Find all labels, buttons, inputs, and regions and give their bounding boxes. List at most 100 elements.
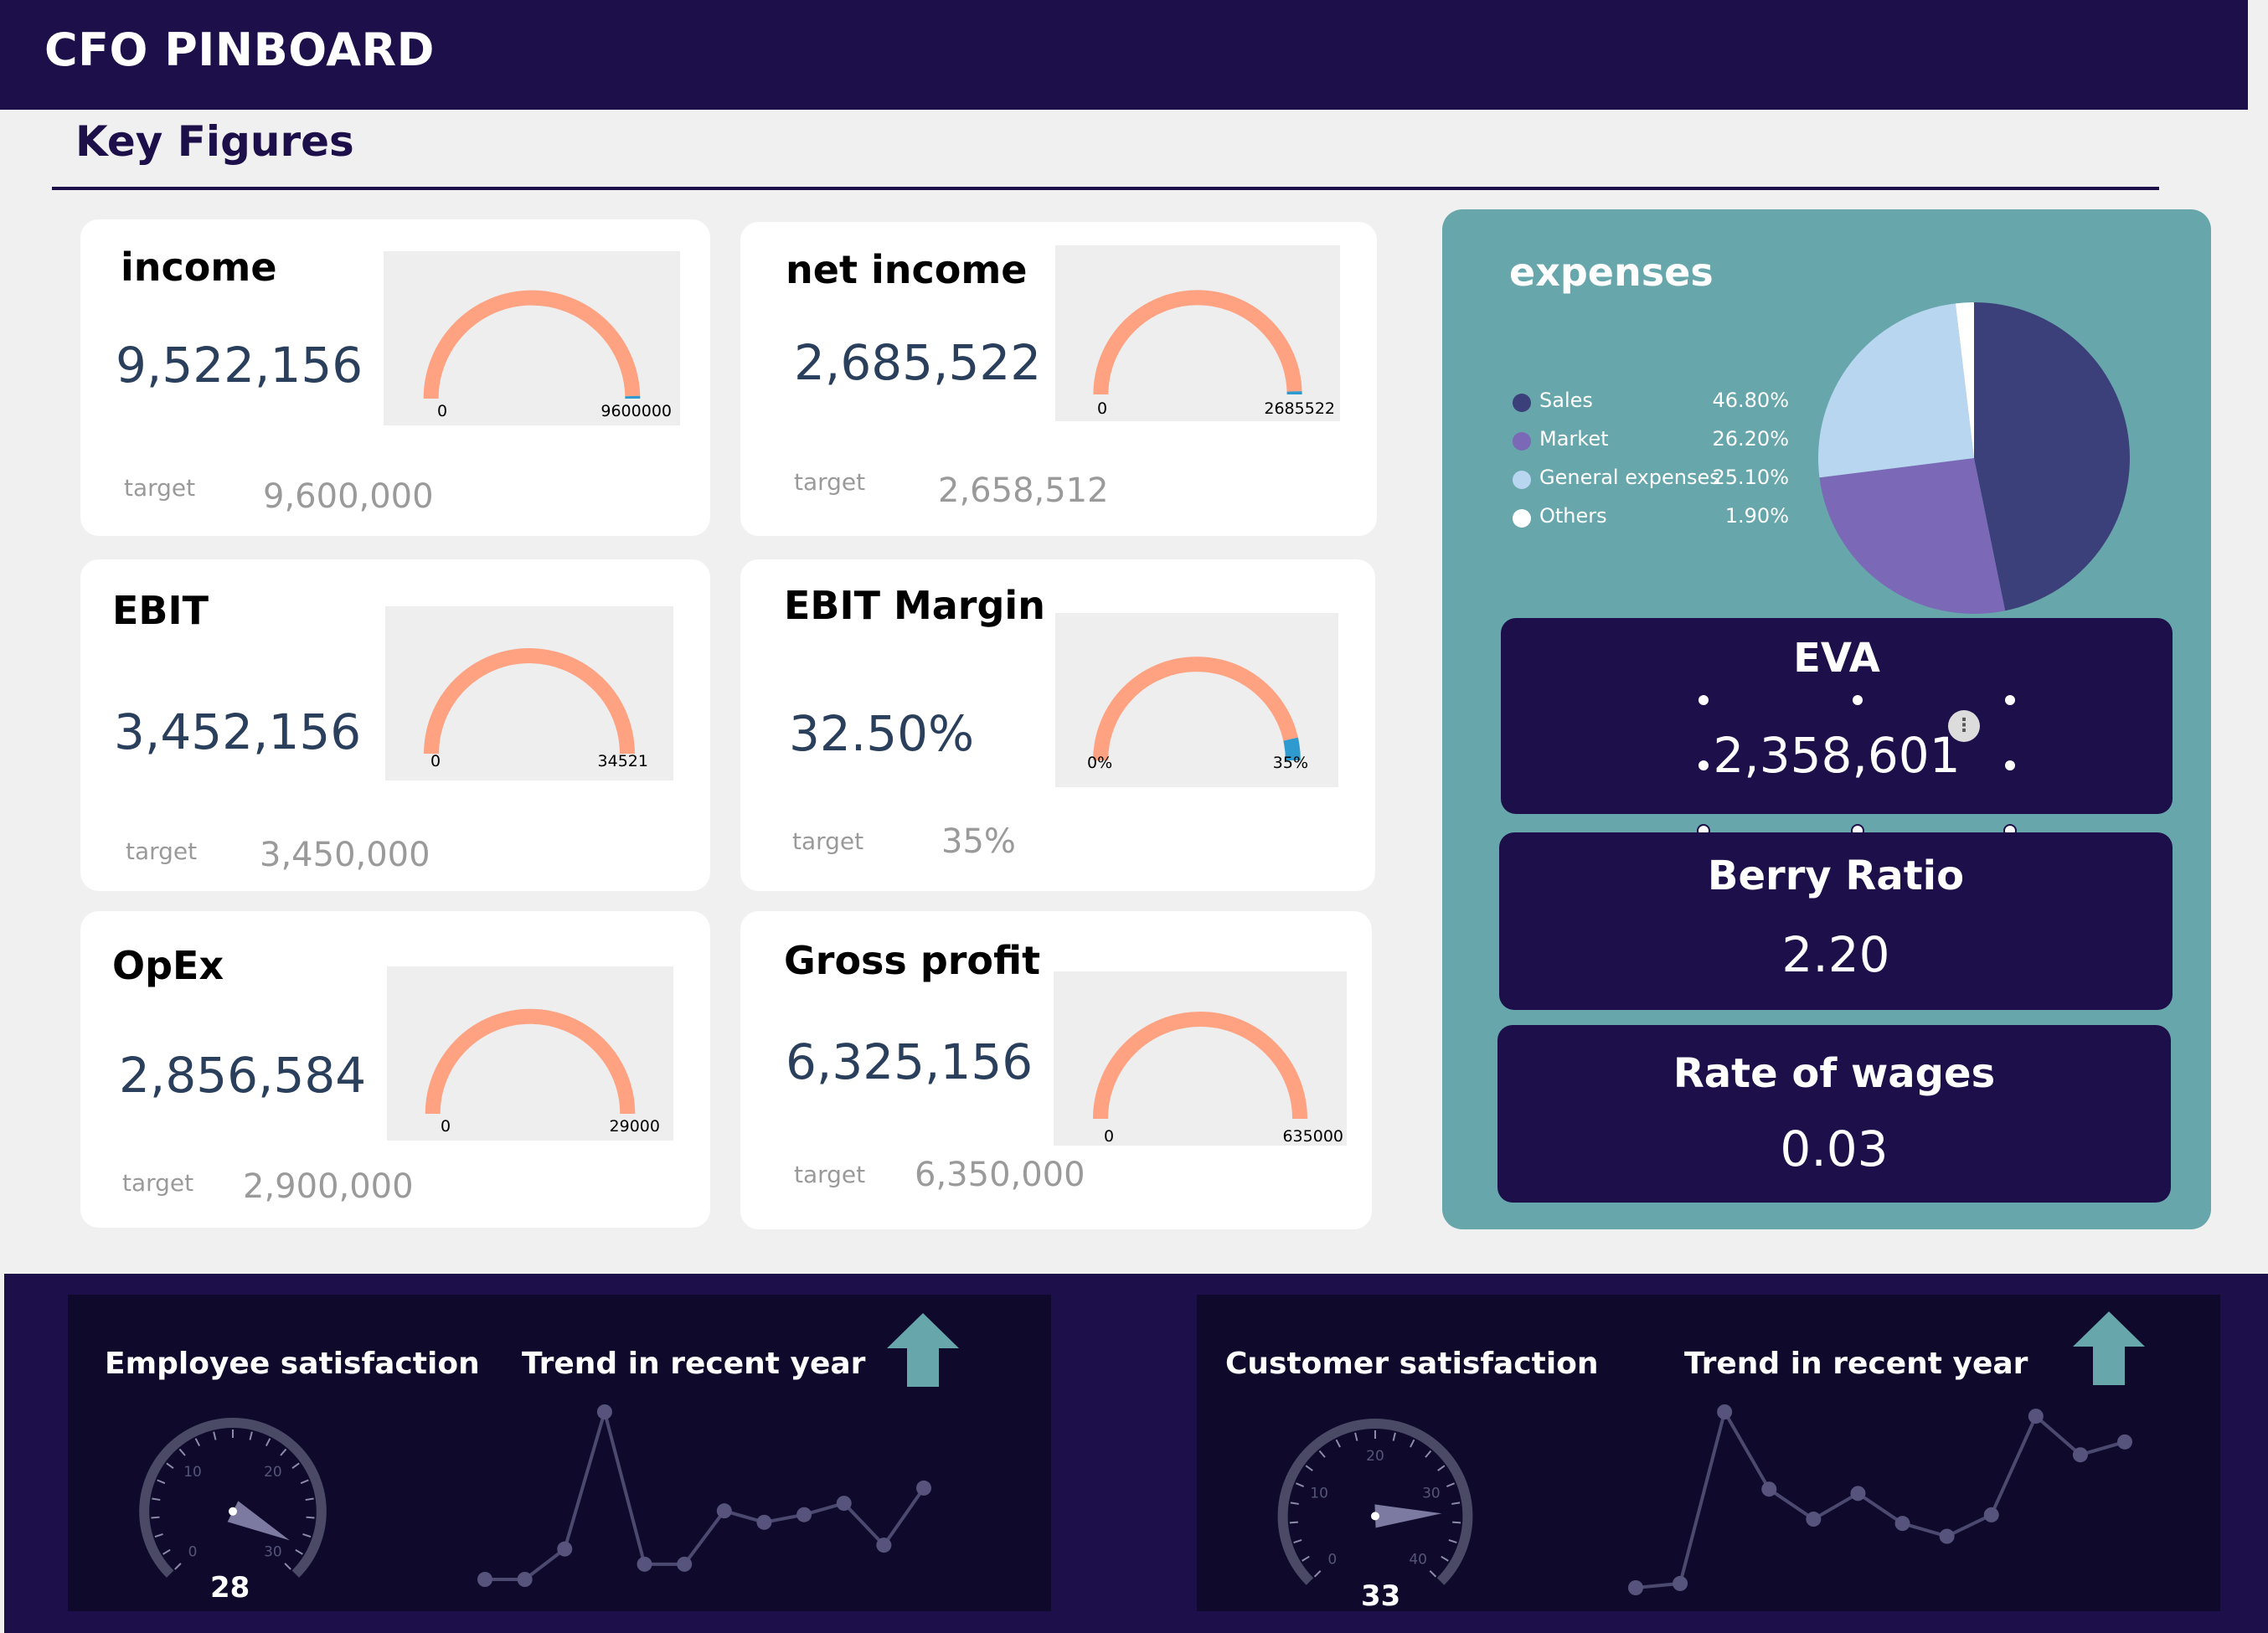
- expenses-pie-chart[interactable]: [1811, 295, 2137, 621]
- dial-tick-label: 10: [1310, 1486, 1328, 1502]
- gauge-max-label: 29000: [609, 1117, 660, 1136]
- legend-item[interactable]: General expenses 25.10%: [1513, 464, 1789, 502]
- dial-tick: [1429, 1570, 1437, 1578]
- header-bar: CFO PINBOARD: [0, 0, 2248, 110]
- dial-tick: [1451, 1502, 1461, 1505]
- dial-tick: [249, 1431, 253, 1440]
- employee-trend-title: Trend in recent year: [522, 1347, 866, 1381]
- trend-point: [836, 1496, 852, 1512]
- legend-percent: 26.20%: [1712, 427, 1789, 451]
- trend-point: [1761, 1481, 1777, 1497]
- rate-of-wages-card[interactable]: Rate of wages 0.03: [1497, 1025, 2171, 1203]
- gauge-fill-arc: [1093, 657, 1298, 761]
- expenses-panel: expenses Sales 46.80% Market 26.20% Gene…: [1442, 209, 2211, 1229]
- kpi-target-label: target: [794, 1161, 866, 1188]
- eva-value: 2,358,601: [1713, 727, 1961, 784]
- gauge-min-label: 0: [437, 402, 448, 420]
- employee-satisfaction-panel: Employee satisfaction Trend in recent ye…: [68, 1295, 1051, 1611]
- dial-tick: [166, 1462, 174, 1470]
- kpi-gauge: 0 2685522: [1055, 245, 1340, 421]
- dial-tick: [306, 1516, 315, 1519]
- trend-point: [1717, 1404, 1733, 1419]
- trend-point: [596, 1404, 612, 1419]
- trend-point: [876, 1538, 892, 1553]
- dial-tick: [265, 1438, 271, 1447]
- dial-tick-label: 0: [1327, 1552, 1337, 1569]
- gauge-min-label: 0: [441, 1117, 451, 1136]
- trend-point: [517, 1572, 533, 1587]
- selection-handle[interactable]: [1697, 693, 1710, 707]
- kpi-card-ebit-margin[interactable]: EBIT Margin 32.50% target 35% 0% 35%: [740, 559, 1375, 891]
- berry-ratio-card[interactable]: Berry Ratio 2.20: [1499, 832, 2173, 1010]
- dial-needle: [227, 1501, 290, 1541]
- dial-hub: [229, 1507, 237, 1516]
- kpi-target-label: target: [126, 837, 198, 865]
- dial-tick: [1446, 1482, 1455, 1487]
- legend-item[interactable]: Others 1.90%: [1513, 502, 1789, 541]
- customer-trend-chart: [1628, 1404, 2132, 1595]
- kpi-card-net-income[interactable]: net income 2,685,522 target 2,658,512 0 …: [740, 222, 1377, 536]
- dial-tick: [1313, 1570, 1322, 1578]
- kpi-card-opex[interactable]: OpEx 2,856,584 target 2,900,000 0 29000: [80, 911, 710, 1228]
- kpi-card-ebit[interactable]: EBIT 3,452,156 target 3,450,000 0 34521: [80, 559, 710, 891]
- kpi-value: 9,522,156: [116, 337, 363, 394]
- kpi-target-label: target: [794, 468, 866, 496]
- kpi-target-value: 35%: [941, 822, 1016, 861]
- selection-handle[interactable]: [2003, 759, 2017, 772]
- legend-item[interactable]: Market 26.20%: [1513, 425, 1789, 464]
- legend-label: Market: [1539, 427, 1609, 451]
- kpi-card-gross-profit[interactable]: Gross profit 6,325,156 target 6,350,000 …: [740, 911, 1372, 1229]
- dial-tick: [1318, 1450, 1326, 1458]
- dial-tick: [280, 1448, 287, 1456]
- dial-tick: [1293, 1539, 1302, 1543]
- gauge-svg: [423, 290, 641, 399]
- legend-label: Others: [1539, 504, 1607, 528]
- more-options-icon[interactable]: ⋮: [1948, 710, 1980, 742]
- legend-percent: 46.80%: [1712, 389, 1789, 412]
- customer-satisfaction-dial: 0 10 20 30 40: [1277, 1419, 1473, 1585]
- kpi-card-income[interactable]: income 9,522,156 target 9,600,000 0 9600…: [80, 219, 710, 536]
- kpi-title: Gross profit: [784, 938, 1041, 983]
- kpi-gauge: 0 34521: [385, 606, 673, 780]
- kpi-title: income: [121, 245, 277, 290]
- gauge-svg: [425, 1008, 636, 1115]
- dial-tick: [162, 1548, 171, 1555]
- legend-dot-icon: [1513, 432, 1531, 451]
- dial-tick: [1452, 1521, 1461, 1524]
- trend-point: [637, 1556, 652, 1572]
- berry-ratio-title: Berry Ratio: [1707, 853, 1965, 899]
- trend-point: [2117, 1434, 2132, 1450]
- trend-point: [756, 1514, 772, 1530]
- legend-item[interactable]: Sales 46.80%: [1513, 387, 1789, 425]
- selection-handle[interactable]: [1697, 759, 1710, 772]
- section-title: Key Figures: [75, 117, 354, 166]
- dial-tick: [1410, 1439, 1415, 1448]
- gauge-max-label: 635000: [1282, 1127, 1343, 1146]
- dial-tick-label: 0: [188, 1544, 198, 1561]
- dial-tick: [154, 1533, 163, 1538]
- trend-point: [1673, 1575, 1688, 1591]
- gauge-min-label: 0%: [1087, 754, 1113, 772]
- dial-tick: [1290, 1502, 1299, 1505]
- trend-line: [485, 1405, 925, 1581]
- kpi-gauge: 0 635000: [1054, 971, 1347, 1146]
- dial-tick: [178, 1448, 186, 1456]
- dial-tick-label: 40: [1409, 1552, 1427, 1569]
- dial-tick: [302, 1533, 312, 1538]
- kpi-value: 6,325,156: [786, 1033, 1033, 1090]
- gauge-min-label: 0: [430, 752, 441, 770]
- dial-tick-label: 20: [264, 1464, 282, 1481]
- selection-handle[interactable]: [1851, 693, 1864, 707]
- trend-point: [677, 1556, 693, 1572]
- dial-tick: [284, 1563, 291, 1570]
- trend-point: [796, 1507, 812, 1522]
- gauge-min-label: 0: [1097, 399, 1108, 418]
- employee-satisfaction-title: Employee satisfaction: [105, 1347, 480, 1381]
- gauge-svg: [1093, 1012, 1307, 1120]
- kpi-gauge: 0% 35%: [1055, 613, 1338, 787]
- satisfaction-footer: Employee satisfaction Trend in recent ye…: [4, 1274, 2268, 1633]
- arrow-up-icon: [887, 1313, 959, 1387]
- selection-handle[interactable]: [2003, 693, 2017, 707]
- eva-card[interactable]: EVA 2,358,601 ⋮: [1501, 618, 2173, 837]
- dial-tick-label: 30: [1422, 1486, 1441, 1502]
